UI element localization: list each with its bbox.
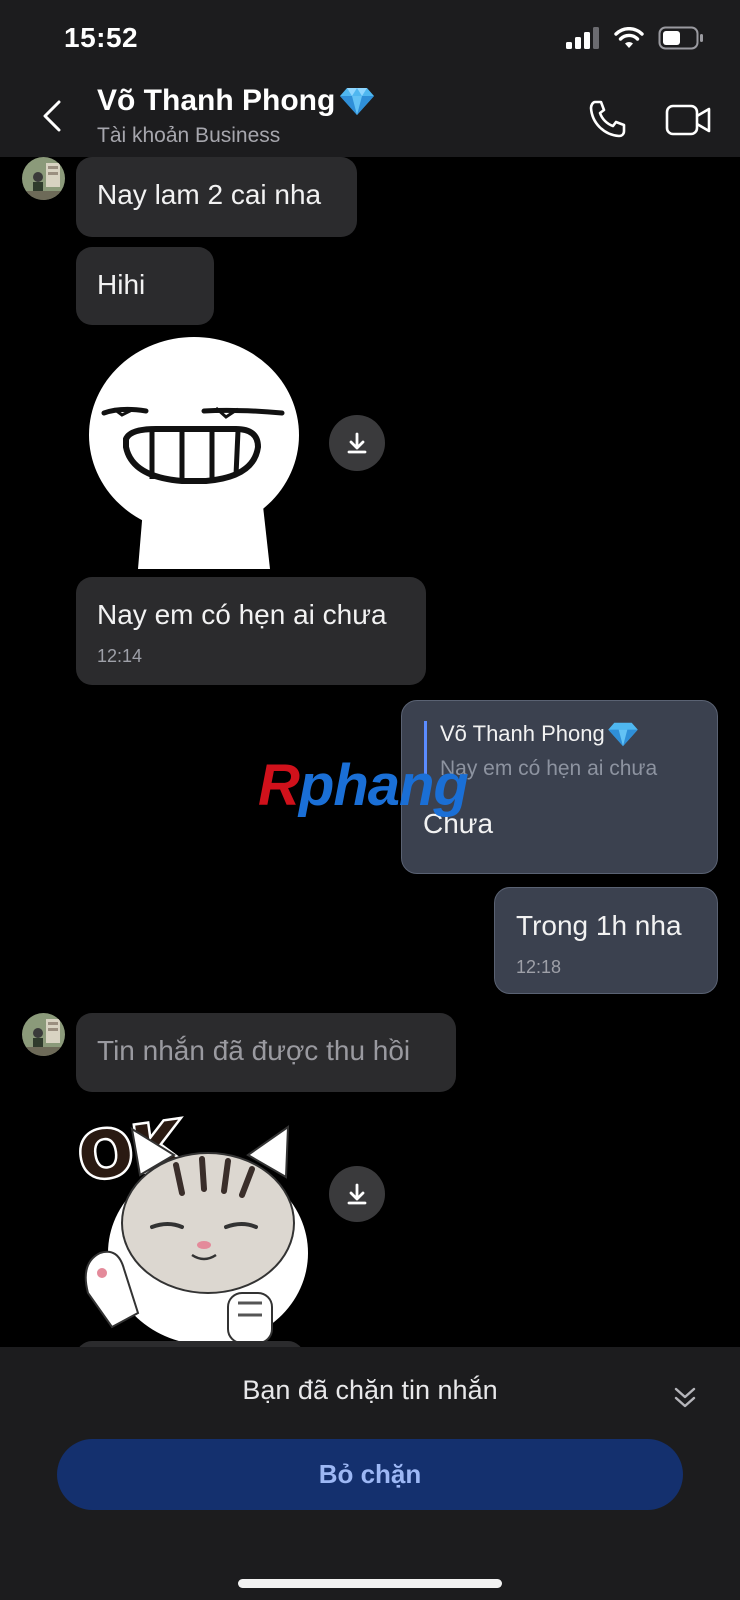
sticker-image: OK xyxy=(71,1105,308,1345)
message-time: 12:14 xyxy=(97,646,143,666)
contact-name-text: Võ Thanh Phong xyxy=(97,84,336,117)
watermark-word: phang xyxy=(298,753,469,818)
unblock-button[interactable]: Bỏ chặn xyxy=(57,1439,683,1510)
watermark-letter: R xyxy=(258,753,300,818)
reply-quote-author: Võ Thanh Phong xyxy=(440,721,639,747)
home-indicator[interactable] xyxy=(238,1579,502,1588)
wifi-icon xyxy=(614,27,644,48)
download-icon xyxy=(347,432,367,454)
contact-avatar[interactable] xyxy=(22,157,65,200)
call-button[interactable] xyxy=(585,98,629,142)
message-text: Hihi xyxy=(97,269,146,300)
contact-avatar[interactable] xyxy=(22,1013,65,1056)
diamond-icon xyxy=(340,88,375,115)
reply-quote-text: Nay em có hẹn ai chưa xyxy=(440,757,658,780)
video-call-button[interactable] xyxy=(664,98,714,142)
avatar-image xyxy=(22,157,65,200)
chevron-left-icon xyxy=(43,100,61,132)
phone-icon xyxy=(589,100,626,138)
message-list[interactable]: Nay lam 2 cai nha Hihi Nay em có hẹn ai … xyxy=(0,157,740,1347)
back-button[interactable] xyxy=(32,94,72,138)
recalled-message-bubble[interactable]: Tin nhắn đã được thu hồi xyxy=(76,1013,456,1092)
download-icon xyxy=(347,1183,367,1205)
sticker-image xyxy=(89,337,299,569)
blocked-notice: Bạn đã chặn tin nhắn xyxy=(242,1375,498,1405)
contact-subtitle: Tài khoản Business xyxy=(97,124,281,147)
collapse-button[interactable] xyxy=(670,1383,700,1413)
message-bubble[interactable]: Trong 1h nha 12:18 xyxy=(494,887,718,994)
ok-cat-sticker[interactable]: OK xyxy=(71,1103,314,1347)
status-icons xyxy=(566,26,704,50)
message-text: Nay em có hẹn ai chưa xyxy=(97,599,387,630)
message-bubble[interactable]: Hihi xyxy=(76,247,214,325)
status-time: 15:52 xyxy=(64,22,139,53)
message-bubble[interactable]: Nay lam 2 cai nha xyxy=(76,157,357,237)
grinning-face-sticker[interactable] xyxy=(86,337,302,569)
download-sticker-button[interactable] xyxy=(329,415,385,471)
watermark-logo: Rphang xyxy=(258,752,469,819)
reply-quote-author-text: Võ Thanh Phong xyxy=(440,721,605,746)
chat-header: Võ Thanh Phong Tài khoản Business xyxy=(0,80,740,157)
contact-name[interactable]: Võ Thanh Phong xyxy=(97,84,375,118)
blocked-footer: Bạn đã chặn tin nhắn Bỏ chặn xyxy=(0,1347,740,1600)
message-time: 12:18 xyxy=(516,957,562,977)
recalled-message-text: Tin nhắn đã được thu hồi xyxy=(97,1035,411,1066)
battery-icon xyxy=(658,26,703,50)
download-sticker-button[interactable] xyxy=(329,1166,385,1222)
status-bar: 15:52 xyxy=(0,0,740,80)
video-camera-icon xyxy=(665,104,711,136)
signal-icon xyxy=(566,27,599,49)
diamond-icon xyxy=(608,722,638,747)
message-text: Nay lam 2 cai nha xyxy=(97,179,322,210)
message-bubble[interactable]: Nay em có hẹn ai chưa 12:14 xyxy=(76,577,426,685)
message-text: Trong 1h nha xyxy=(516,910,682,941)
double-chevron-down-icon xyxy=(674,1387,696,1408)
avatar-image xyxy=(22,1013,65,1056)
